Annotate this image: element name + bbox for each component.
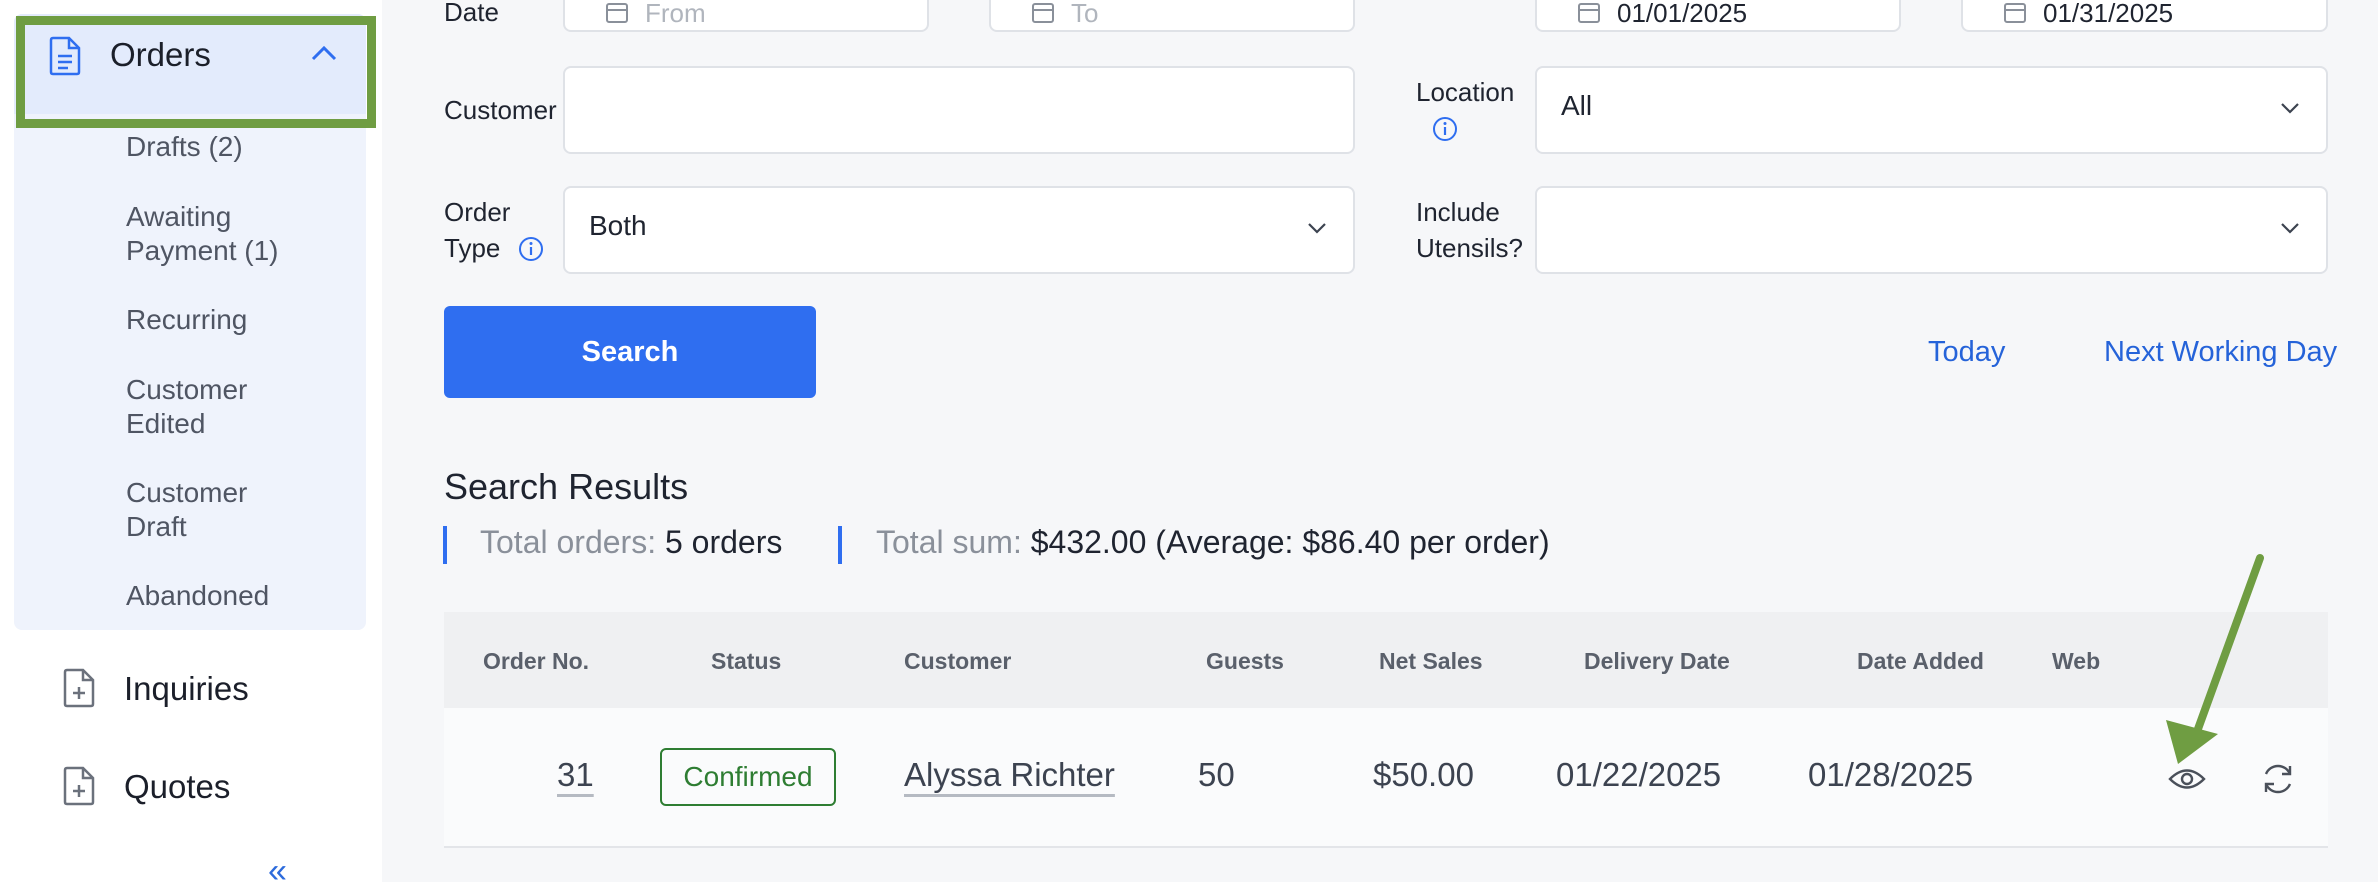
sidebar-item-label-quotes: Quotes — [124, 768, 231, 805]
total-orders-value: 5 orders — [664, 524, 783, 560]
order-number-link[interactable]: 31 — [557, 756, 594, 794]
customer-label: Customer — [444, 95, 557, 125]
guests-cell: 50 — [1198, 756, 1235, 793]
calendar-icon — [1578, 3, 1600, 23]
info-icon[interactable] — [518, 236, 544, 262]
sidebar-item-customer-draft[interactable]: Customer Draft — [126, 476, 247, 544]
sidebar-item-drafts[interactable]: Drafts (2) — [126, 130, 243, 164]
total-sum-label: Total sum: — [876, 524, 1022, 560]
calendar-icon — [2004, 3, 2026, 23]
date-range-start-field[interactable]: 01/01/2025 — [1535, 0, 1901, 32]
order-type-select[interactable]: Both — [563, 186, 1355, 274]
date-to-placeholder: To — [1071, 0, 1099, 28]
sidebar-item-abandoned[interactable]: Abandoned — [126, 579, 269, 613]
column-header-delivery-date[interactable]: Delivery Date — [1584, 648, 1730, 675]
column-header-customer[interactable]: Customer — [904, 648, 1011, 675]
annotation-arrow-icon — [2166, 554, 2264, 764]
customer-name-link[interactable]: Alyssa Richter — [904, 756, 1115, 794]
date-range-end-field[interactable]: 01/31/2025 — [1961, 0, 2328, 32]
net-sales-cell: $50.00 — [1373, 756, 1474, 793]
utensils-label-line2: Utensils? — [1416, 233, 1523, 263]
file-plus-icon — [63, 766, 95, 806]
total-orders-label: Total orders: — [480, 524, 657, 560]
column-header-status[interactable]: Status — [711, 648, 781, 675]
summary-divider — [443, 526, 447, 564]
double-chevron-left-icon[interactable]: « — [268, 854, 287, 882]
date-range-end-value: 01/31/2025 — [2043, 0, 2174, 28]
sidebar-item-quotes[interactable]: Quotes — [0, 758, 382, 818]
chevron-down-icon — [1308, 223, 1326, 234]
utensils-select[interactable] — [1535, 186, 2328, 274]
sidebar-item-inquiries[interactable]: Inquiries — [0, 660, 382, 720]
date-from-placeholder: From — [645, 0, 706, 28]
calendar-icon — [1032, 3, 1054, 23]
calendar-icon — [606, 3, 628, 23]
delivery-date-cell: 01/22/2025 — [1556, 756, 1722, 793]
date-from-field[interactable]: From — [563, 0, 929, 32]
highlight-box — [16, 16, 376, 128]
utensils-label-line1: Include — [1416, 197, 1500, 227]
order-type-select-value: Both — [589, 210, 647, 241]
sidebar-item-customer-edited[interactable]: Customer Edited — [126, 373, 247, 441]
column-header-date-added[interactable]: Date Added — [1857, 648, 1984, 675]
total-sum-summary: Total sum: $432.00 (Average: $86.40 per … — [876, 524, 1550, 561]
total-sum-value: $432.00 (Average: $86.40 per order) — [1030, 524, 1550, 560]
location-select[interactable]: All — [1535, 66, 2328, 154]
sidebar: Orders Drafts (2) Awaiting Payment (1) R… — [0, 0, 382, 882]
order-type-label-line1: Order — [444, 197, 511, 227]
file-plus-icon — [63, 668, 95, 708]
summary-divider — [838, 526, 842, 564]
customer-input[interactable] — [563, 66, 1355, 154]
date-added-cell: 01/28/2025 — [1808, 756, 1974, 793]
location-label: Location — [1416, 77, 1515, 107]
sidebar-item-label-inquiries: Inquiries — [124, 670, 249, 707]
total-orders-summary: Total orders: 5 orders — [480, 524, 782, 561]
date-label: Date — [444, 0, 499, 27]
date-range-start-value: 01/01/2025 — [1617, 0, 1748, 28]
search-button[interactable]: Search — [444, 306, 816, 398]
today-link[interactable]: Today — [1928, 336, 2005, 369]
chevron-down-icon — [2281, 223, 2299, 234]
chevron-down-icon — [2281, 103, 2299, 114]
location-select-value: All — [1561, 90, 1593, 121]
column-header-net-sales[interactable]: Net Sales — [1379, 648, 1483, 675]
sidebar-item-recurring[interactable]: Recurring — [126, 303, 247, 337]
info-icon[interactable] — [1432, 116, 1458, 142]
column-header-guests[interactable]: Guests — [1206, 648, 1284, 675]
column-header-web[interactable]: Web — [2052, 648, 2100, 675]
search-results-title: Search Results — [444, 466, 689, 507]
column-header-order-no[interactable]: Order No. — [483, 648, 589, 675]
order-type-label-line2: Type — [444, 233, 501, 263]
next-working-day-link[interactable]: Next Working Day — [2104, 336, 2337, 369]
date-to-field[interactable]: To — [989, 0, 1355, 32]
status-badge: Confirmed — [660, 748, 836, 806]
sidebar-item-awaiting-payment[interactable]: Awaiting Payment (1) — [126, 200, 279, 268]
